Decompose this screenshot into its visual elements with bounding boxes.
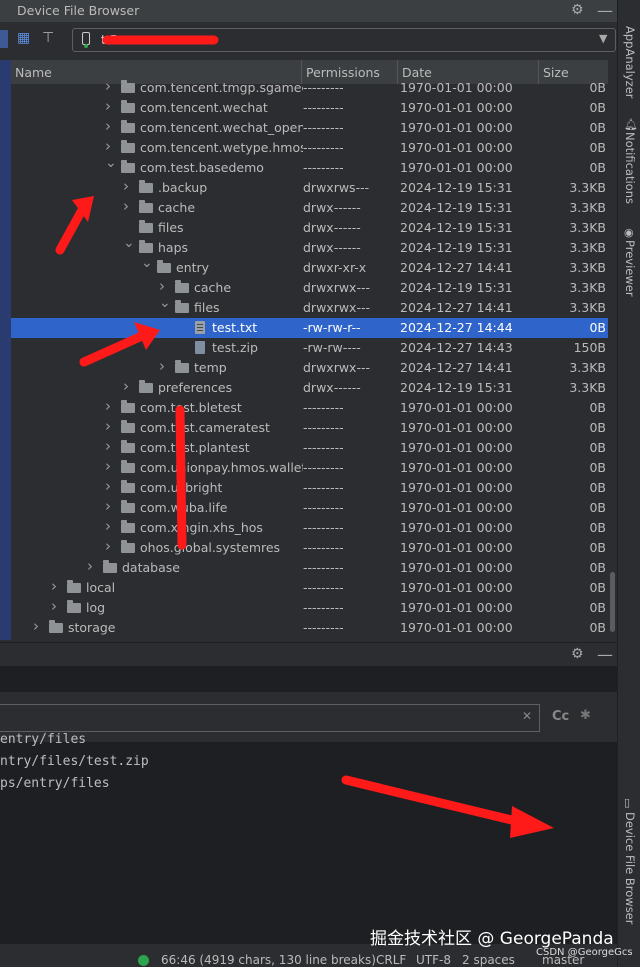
annotation-arrow [341, 775, 525, 827]
annotation-line [175, 405, 187, 550]
annotation-arrow [55, 205, 87, 255]
annotation-arrowhead [510, 806, 554, 838]
annotation-arrow [79, 331, 147, 367]
annotation-overlay [55, 35, 554, 838]
